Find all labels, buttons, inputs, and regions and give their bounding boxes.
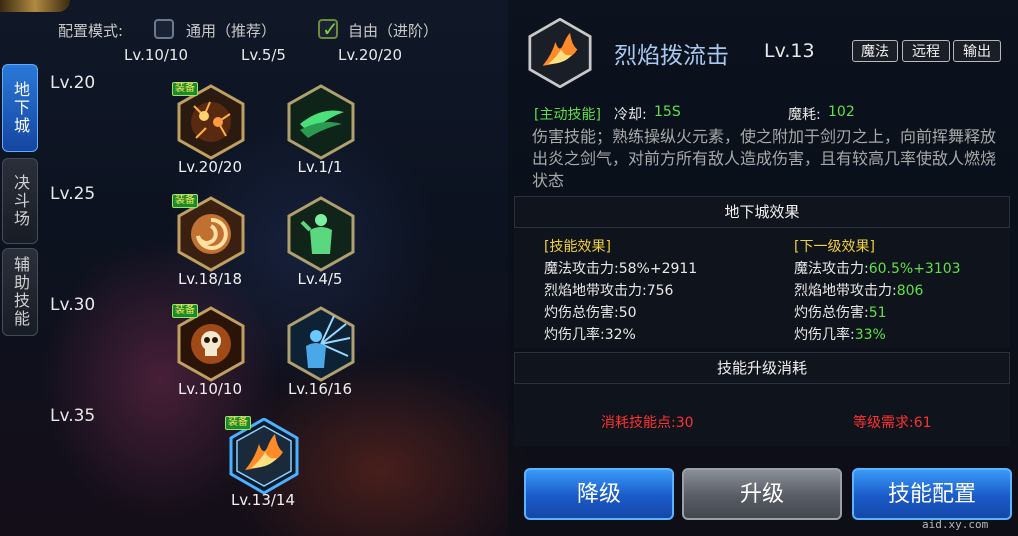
skill-point-cost: 消耗技能点:30 <box>601 415 694 431</box>
general-mode-checkbox[interactable] <box>154 19 174 39</box>
next-effect-row: 烈焰地带攻击力:806 <box>794 280 923 300</box>
effect-value: 756 <box>646 283 674 299</box>
effect-label: 灼伤几率: <box>794 327 855 343</box>
column-level-2: Lv.5/5 <box>241 46 286 64</box>
dungeon-effect-header: 地下城效果 <box>514 196 1010 228</box>
current-effect-row: 烈焰地带攻击力:756 <box>544 280 673 300</box>
effect-value: 32% <box>604 327 636 343</box>
green-figure-buff-icon <box>287 196 355 272</box>
effect-value: 58%+2911 <box>618 261 698 277</box>
free-mode-label[interactable]: 自由（进阶） <box>348 20 438 41</box>
current-effect-row: 魔法攻击力:58%+2911 <box>544 258 697 278</box>
effect-value: 51 <box>868 305 887 321</box>
skill-slot-4[interactable] <box>286 196 356 272</box>
row-level-25: Lv.25 <box>50 184 96 204</box>
next-effect-row: 灼伤总伤害:51 <box>794 302 887 322</box>
current-effect-title: [技能效果] <box>544 239 611 255</box>
top-corner-ornament <box>0 0 70 12</box>
current-effect-row: 灼伤总伤害:50 <box>544 302 637 322</box>
skill-slot-7-selected[interactable]: 装备 <box>225 416 299 494</box>
skill-config-button[interactable]: 技能配置 <box>852 468 1012 520</box>
skill-slot-5[interactable]: 装备 <box>172 304 246 382</box>
flame-burst-icon <box>528 17 592 89</box>
green-slash-icon <box>287 84 355 160</box>
row-level-20: Lv.20 <box>50 73 96 93</box>
current-effect-row: 灼伤几率:32% <box>544 324 636 344</box>
skill-name: 烈焰拨流击 <box>614 43 729 69</box>
config-mode-label: 配置模式: <box>58 22 124 40</box>
selected-skill-icon <box>528 17 592 89</box>
next-effect-title: [下一级效果] <box>794 239 875 255</box>
skill-slot-6[interactable] <box>286 306 356 382</box>
watermark: aid.xy.com <box>922 518 989 531</box>
skill-level-5: Lv.10/10 <box>177 380 243 398</box>
checkmark-icon: ✓ <box>322 17 339 41</box>
effect-label: 烈焰地带攻击力: <box>544 283 647 299</box>
skill-current-level: Lv.13 <box>764 40 815 62</box>
tab-arena-label: 决斗场 <box>11 174 30 228</box>
tab-dungeon-label: 地下城 <box>11 81 30 135</box>
tag-ranged: 远程 <box>902 40 950 62</box>
effect-label: 灼伤总伤害: <box>544 305 619 321</box>
row-level-35: Lv.35 <box>50 406 96 426</box>
skill-slot-2[interactable] <box>286 84 356 160</box>
tab-dungeon[interactable]: 地下城 <box>2 64 38 152</box>
skill-level-1: Lv.20/20 <box>177 158 243 176</box>
tab-support-label: 辅助技能 <box>11 256 30 328</box>
skill-level-4: Lv.4/5 <box>297 270 343 288</box>
blue-radiant-figure-icon <box>287 306 355 382</box>
level-requirement: 等级需求:61 <box>853 415 932 431</box>
next-effect-row: 灼伤几率:33% <box>794 324 886 344</box>
skill-level-3: Lv.18/18 <box>177 270 243 288</box>
tab-arena[interactable]: 决斗场 <box>2 158 38 244</box>
skill-slot-3[interactable]: 装备 <box>172 194 246 272</box>
general-mode-label[interactable]: 通用（推荐） <box>186 20 276 41</box>
row-level-30: Lv.30 <box>50 295 96 315</box>
equipped-badge: 装备 <box>172 304 198 318</box>
skill-description-box[interactable]: 伤害技能；熟练操纵火元素，使之附加于剑刃之上，向前挥舞释放出炎之剑气，对前方所有… <box>520 96 1010 188</box>
free-mode-checkbox[interactable]: ✓ <box>318 17 339 41</box>
column-level-1: Lv.10/10 <box>124 46 189 64</box>
effect-value: 33% <box>854 327 886 343</box>
downgrade-button[interactable]: 降级 <box>524 468 674 520</box>
effect-value: 806 <box>896 283 924 299</box>
upgrade-cost-box <box>514 384 1010 446</box>
equipped-badge: 装备 <box>172 194 198 208</box>
effect-value: 60.5%+3103 <box>868 261 961 277</box>
effect-label: 魔法攻击力: <box>544 261 619 277</box>
equipped-badge: 装备 <box>172 82 198 96</box>
tag-damage: 输出 <box>953 40 1001 62</box>
effect-label: 灼伤几率: <box>544 327 605 343</box>
skill-level-6: Lv.16/16 <box>287 380 353 398</box>
tag-magic: 魔法 <box>852 40 898 62</box>
upgrade-button[interactable]: 升级 <box>682 468 842 520</box>
tab-support-skills[interactable]: 辅助技能 <box>2 248 38 336</box>
effect-label: 烈焰地带攻击力: <box>794 283 897 299</box>
effect-value: 50 <box>618 305 637 321</box>
equipped-badge: 装备 <box>225 416 251 430</box>
next-effect-row: 魔法攻击力:60.5%+3103 <box>794 258 961 278</box>
column-level-3: Lv.20/20 <box>338 46 403 64</box>
skill-slot-1[interactable]: 装备 <box>172 82 246 160</box>
skill-level-7: Lv.13/14 <box>230 491 296 509</box>
upgrade-cost-header: 技能升级消耗 <box>514 352 1010 384</box>
effect-label: 灼伤总伤害: <box>794 305 869 321</box>
skill-level-2: Lv.1/1 <box>297 158 343 176</box>
effect-label: 魔法攻击力: <box>794 261 869 277</box>
skill-description: 伤害技能；熟练操纵火元素，使之附加于剑刃之上，向前挥舞释放出炎之剑气，对前方所有… <box>532 127 997 188</box>
